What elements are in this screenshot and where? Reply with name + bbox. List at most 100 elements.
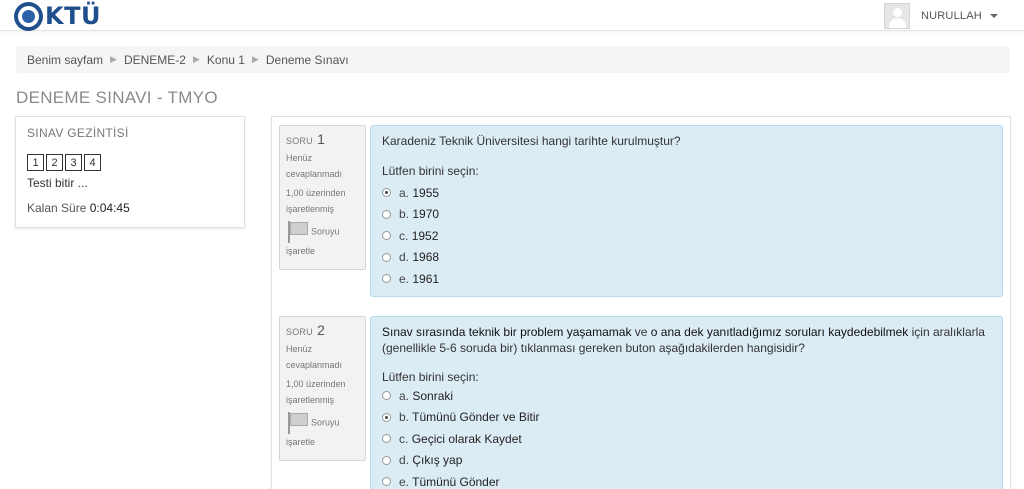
answer-option[interactable]: d. Çıkış yap: [382, 450, 991, 472]
answer-option[interactable]: a. Sonraki: [382, 385, 991, 407]
quiz-navigation-title: SINAV GEZİNTİSİ: [27, 126, 129, 140]
university-seal-icon: [14, 1, 43, 31]
option-letter: a.: [399, 185, 410, 200]
option-text: Sonraki: [412, 388, 454, 403]
flag-question-toggle[interactable]: Soruyu işaretle: [286, 412, 359, 450]
radio-button[interactable]: [382, 231, 391, 241]
option-text: Geçici olarak Kaydet: [411, 431, 522, 446]
question-text: Karadeniz Teknik Üniversitesi hangi tari…: [382, 133, 991, 149]
question-label: SORU: [286, 136, 313, 146]
breadcrumb-separator-icon: ▶: [110, 54, 117, 64]
breadcrumb-item-topic[interactable]: Konu 1: [207, 53, 245, 67]
question-text: Sınav sırasında teknik bir problem yaşam…: [382, 324, 991, 356]
breadcrumb-item-course[interactable]: DENEME-2: [124, 53, 186, 67]
question-state: Henüz cevaplanmadı: [286, 344, 343, 370]
questions-region: SORU 1 Henüz cevaplanmadı 1,00 üzerinden…: [271, 116, 1011, 489]
timer: Kalan Süre 0:04:45: [27, 201, 130, 215]
option-text: 1968: [412, 250, 440, 265]
answer-option[interactable]: d. 1968: [382, 247, 991, 269]
question-label: SORU: [286, 327, 313, 337]
breadcrumb-item-home[interactable]: Benim sayfam: [27, 53, 103, 67]
option-text: Tümünü Gönder: [412, 474, 500, 489]
answer-prompt: Lütfen birini seçin:: [382, 164, 479, 178]
option-text: 1961: [412, 271, 440, 286]
answer-option[interactable]: b. 1970: [382, 204, 991, 226]
logo-text: KTÜ: [45, 2, 101, 30]
question-number: 1: [317, 131, 325, 147]
breadcrumb-item-quiz[interactable]: Deneme Sınavı: [266, 53, 349, 67]
finish-attempt-link[interactable]: Testi bitir ...: [27, 176, 88, 190]
site-logo[interactable]: KTÜ: [14, 1, 101, 31]
answer-option[interactable]: e. 1961: [382, 268, 991, 290]
answer-option[interactable]: e. Tümünü Gönder: [382, 471, 991, 489]
option-label[interactable]: a. Sonraki: [399, 389, 453, 403]
answer-option[interactable]: c. Geçici olarak Kaydet: [382, 428, 991, 450]
radio-button[interactable]: [382, 188, 391, 198]
question-text-part: ve: [631, 325, 651, 339]
chevron-down-icon: [989, 14, 998, 18]
option-letter: d.: [399, 250, 410, 265]
option-letter: e.: [399, 271, 410, 286]
answer-option[interactable]: b. Tümünü Gönder ve Bitir: [382, 407, 991, 429]
user-name: NURULLAH: [921, 10, 982, 22]
option-label[interactable]: d. 1968: [399, 250, 439, 264]
option-letter: c.: [399, 431, 409, 446]
option-label[interactable]: b. Tümünü Gönder ve Bitir: [399, 410, 540, 424]
quiz-navigation-block: SINAV GEZİNTİSİ 1 2 3 4 Testi bitir ... …: [15, 116, 245, 228]
radio-button[interactable]: [382, 455, 391, 465]
radio-button[interactable]: [382, 412, 391, 422]
option-label[interactable]: e. 1961: [399, 272, 439, 286]
question-nav-button-2[interactable]: 2: [46, 154, 63, 171]
flag-icon[interactable]: [286, 412, 308, 434]
option-text: 1952: [411, 228, 439, 243]
question-text-part: Karadeniz Teknik Üniversitesi hangi tari…: [382, 134, 681, 148]
question-grade: 1,00 üzerinden işaretlenmiş: [286, 379, 346, 405]
option-text: 1955: [412, 185, 440, 200]
option-letter: b.: [399, 410, 410, 425]
radio-button[interactable]: [382, 274, 391, 284]
option-letter: b.: [399, 207, 410, 222]
option-text: Tümünü Gönder ve Bitir: [412, 410, 540, 425]
page-title: DENEME SINAVI - TMYO: [16, 88, 218, 107]
question-grade: 1,00 üzerinden işaretlenmiş: [286, 188, 346, 214]
breadcrumb: Benim sayfam ▶ DENEME-2 ▶ Konu 1 ▶ Denem…: [16, 46, 1010, 73]
flag-question-toggle[interactable]: Soruyu işaretle: [286, 221, 359, 259]
timer-label: Kalan Süre: [27, 201, 87, 215]
option-label[interactable]: c. Geçici olarak Kaydet: [399, 432, 522, 446]
option-label[interactable]: a. 1955: [399, 186, 439, 200]
avatar: [884, 3, 910, 29]
question-number: 2: [317, 322, 325, 338]
breadcrumb-separator-icon: ▶: [251, 54, 259, 64]
radio-button[interactable]: [382, 434, 391, 444]
question-1-content: Karadeniz Teknik Üniversitesi hangi tari…: [370, 125, 1003, 297]
navbar: KTÜ NURULLAH: [0, 0, 1024, 31]
answer-option[interactable]: c. 1952: [382, 225, 991, 247]
option-label[interactable]: e. Tümünü Gönder: [399, 475, 500, 489]
radio-button[interactable]: [382, 252, 391, 262]
radio-button[interactable]: [382, 209, 391, 219]
question-text-emphasis: Sınav sırasında teknik bir problem yaşam…: [382, 325, 632, 339]
question-1-info: SORU 1 Henüz cevaplanmadı 1,00 üzerinden…: [279, 125, 366, 270]
question-text-emphasis: o ana dek yanıtladığımız soruları kayded…: [650, 325, 909, 339]
answer-options: a. Sonraki b. Tümünü Gönder ve Bitir c. …: [382, 385, 991, 489]
question-nav-button-1[interactable]: 1: [27, 154, 44, 171]
option-label[interactable]: b. 1970: [399, 207, 439, 221]
flag-icon[interactable]: [286, 221, 308, 243]
option-label[interactable]: c. 1952: [399, 229, 438, 243]
radio-button[interactable]: [382, 477, 391, 487]
option-letter: a.: [399, 388, 410, 403]
answer-prompt: Lütfen birini seçin:: [382, 370, 479, 384]
question-nav-button-4[interactable]: 4: [84, 154, 101, 171]
timer-value: 0:04:45: [89, 201, 130, 215]
option-text: 1970: [412, 207, 440, 222]
question-nav-button-3[interactable]: 3: [65, 154, 82, 171]
answer-options: a. 1955 b. 1970 c. 1952 d. 1968 e. 1961: [382, 182, 991, 290]
option-letter: d.: [399, 453, 410, 468]
option-letter: c.: [399, 228, 409, 243]
radio-button[interactable]: [382, 391, 391, 401]
question-2-content: Sınav sırasında teknik bir problem yaşam…: [370, 316, 1003, 489]
question-state: Henüz cevaplanmadı: [286, 153, 343, 179]
option-label[interactable]: d. Çıkış yap: [399, 453, 462, 467]
user-menu[interactable]: NURULLAH: [884, 3, 998, 29]
answer-option[interactable]: a. 1955: [382, 182, 991, 204]
